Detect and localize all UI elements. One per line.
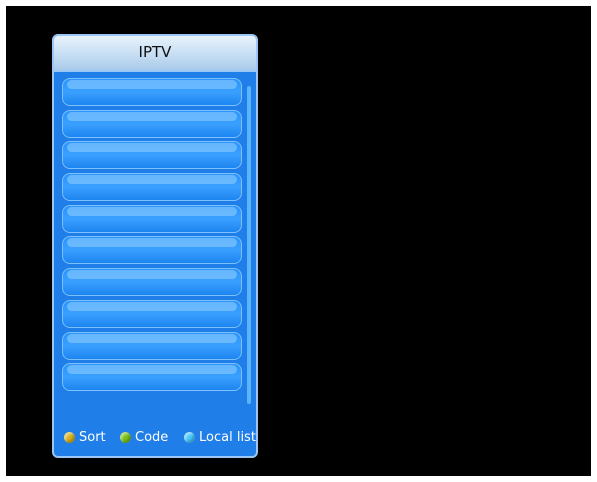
yellow-button-icon [64,432,75,443]
list-item[interactable] [62,141,242,170]
scrollbar[interactable] [247,86,251,404]
sort-label: Sort [79,430,106,445]
page-title: IPTV [138,43,172,61]
list-item[interactable] [62,173,242,202]
footer-key-legend: Sort Code Local list [54,424,256,452]
local-list-label: Local list [199,430,256,445]
list-item[interactable] [62,78,242,106]
list-item[interactable] [62,299,242,328]
list-item[interactable] [62,109,242,138]
code-label: Code [135,430,169,445]
list-item[interactable] [62,204,242,233]
sort-key[interactable]: Sort [64,430,106,445]
iptv-panel: IPTV Sort Code Local list [52,34,258,458]
title-bar: IPTV [54,36,256,72]
list-item[interactable] [62,363,242,392]
blue-button-icon [184,432,195,443]
channel-list[interactable] [62,78,242,395]
green-button-icon [120,432,131,443]
local-list-key[interactable]: Local list [184,430,256,445]
list-item[interactable] [62,331,242,360]
tv-screen: IPTV Sort Code Local list [6,6,591,476]
list-item[interactable] [62,268,242,297]
code-key[interactable]: Code [120,430,168,445]
list-item[interactable] [62,236,242,265]
